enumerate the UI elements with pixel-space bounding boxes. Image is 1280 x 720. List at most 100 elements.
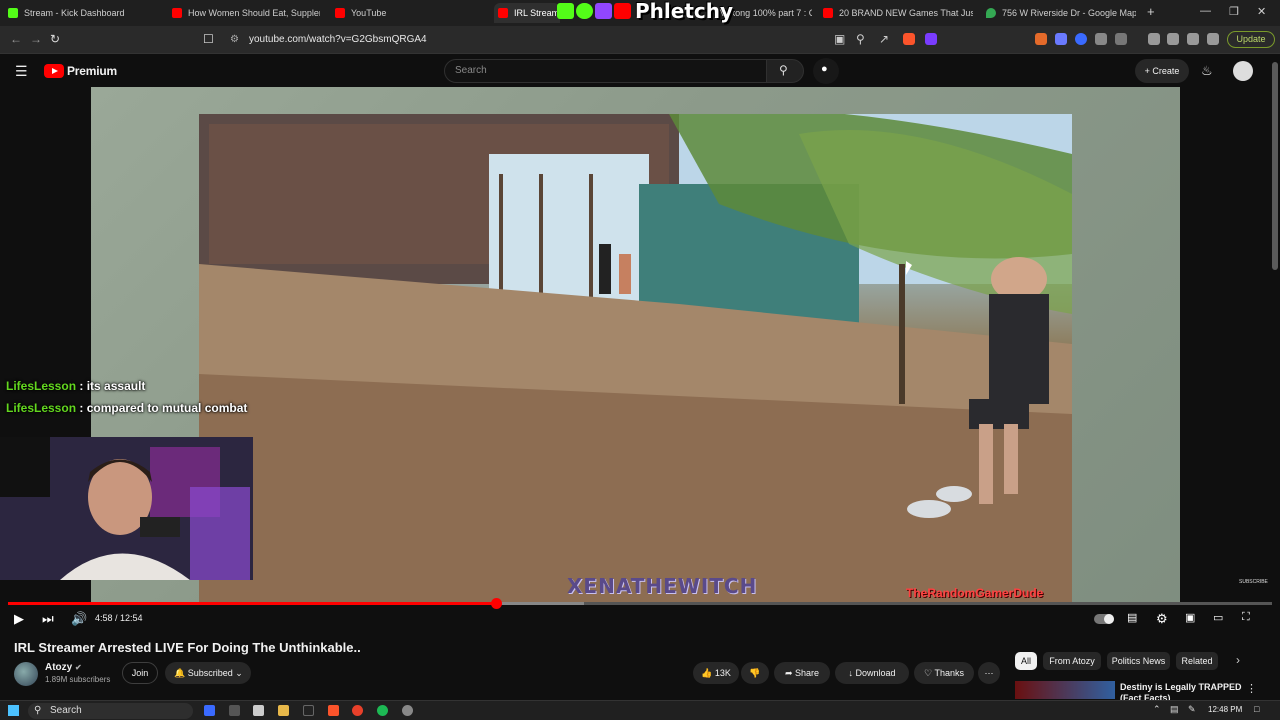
sidebar-icon[interactable] [1167, 33, 1179, 45]
channel-name[interactable]: Atozy ✔ [45, 662, 82, 673]
menu-icon[interactable]: ☰ [15, 63, 28, 80]
search-button[interactable]: ⚲ [766, 59, 804, 83]
brave-shield-icon[interactable] [903, 33, 915, 45]
browser-tab-women-eat[interactable]: How Women Should Eat, Supplemen [172, 3, 320, 23]
dislike-button[interactable]: 👎 [741, 662, 769, 684]
minimize-icon[interactable]: — [1200, 5, 1211, 17]
more-vertical-icon[interactable]: ⋮ [1246, 682, 1257, 695]
create-label: Create [1152, 66, 1180, 76]
extension-icon[interactable] [1035, 33, 1047, 45]
channel-avatar[interactable] [14, 662, 38, 686]
chip-all[interactable]: All [1015, 652, 1037, 670]
file-explorer-icon[interactable] [278, 705, 289, 716]
settings-gear-icon[interactable]: ⚙ [1156, 611, 1168, 627]
pen-icon[interactable]: ✎ [1188, 704, 1196, 715]
next-button[interactable]: ⏭ [42, 611, 54, 627]
terminal-icon[interactable] [303, 705, 314, 716]
calendar-icon[interactable] [253, 705, 264, 716]
chip-from-atozy[interactable]: From Atozy [1043, 652, 1101, 670]
create-button[interactable]: + Create [1135, 59, 1189, 83]
download-icon: ↓ [848, 668, 853, 678]
watermark-right: TheRandomGamerDude [906, 586, 1044, 600]
extension-icon[interactable] [1075, 33, 1087, 45]
settings-icon[interactable] [402, 705, 413, 716]
taskbar-clock[interactable]: 12:48 PM [1208, 705, 1242, 714]
youtube-logo[interactable]: Premium [44, 64, 117, 78]
windows-start-icon[interactable] [8, 705, 19, 716]
vpn-icon[interactable] [1207, 33, 1219, 45]
update-button[interactable]: Update [1227, 31, 1275, 48]
notifications-bell-icon[interactable]: ♨ [1201, 63, 1213, 79]
chevron-right-icon[interactable]: › [1236, 653, 1240, 667]
theater-mode-icon[interactable]: ▭ [1213, 611, 1223, 624]
puzzle-icon[interactable] [1095, 33, 1107, 45]
video-player[interactable]: LifesLesson : its assault LifesLesson : … [0, 87, 1280, 632]
taskbar-search[interactable]: ⚲ Search [28, 703, 193, 719]
captions-icon[interactable]: ▤ [1127, 611, 1137, 624]
spotify-icon[interactable] [377, 705, 388, 716]
thanks-button[interactable]: ♡ Thanks [914, 662, 974, 684]
volume-icon[interactable]: 🔊 [71, 611, 87, 627]
miniplayer-icon[interactable]: ▣ [1185, 611, 1195, 624]
new-tab-button[interactable]: + [1147, 4, 1155, 19]
subscriber-count: 1.89M subscribers [45, 675, 111, 684]
extension-icon[interactable] [1055, 33, 1067, 45]
more-actions-button[interactable]: ⋯ [978, 662, 1000, 684]
recommendation-thumbnail[interactable] [1015, 681, 1115, 699]
back-icon[interactable]: ← [10, 32, 22, 46]
app-icon[interactable] [352, 705, 363, 716]
play-button[interactable]: ▶ [14, 611, 24, 627]
share-page-icon[interactable]: ↗ [879, 32, 889, 46]
progress-bar[interactable] [8, 598, 1272, 609]
browser-tab-irl-streamer[interactable]: IRL Streamer [494, 3, 560, 23]
chip-related[interactable]: Related [1176, 652, 1218, 670]
scrollbar[interactable] [1272, 62, 1278, 270]
share-icon: ➦ [784, 668, 793, 678]
network-icon[interactable]: ▤ [1170, 704, 1179, 715]
notification-icon[interactable]: □ [1254, 704, 1259, 714]
youtube-icon [172, 8, 182, 18]
voice-search-button[interactable]: ● [813, 58, 839, 84]
forward-icon[interactable]: → [30, 32, 42, 46]
chat-username: LifesLesson [6, 379, 77, 393]
streamer-name: Phletchy [635, 0, 734, 23]
browser-tab-kick[interactable]: Stream - Kick Dashboard [8, 3, 158, 23]
site-info-icon[interactable]: ⚙ [230, 30, 239, 50]
leo-icon[interactable] [1187, 33, 1199, 45]
browser-tab-youtube[interactable]: YouTube [335, 3, 485, 23]
tray-chevron-up-icon[interactable]: ⌃ [1153, 704, 1161, 715]
chip-politics-news[interactable]: Politics News [1107, 652, 1170, 670]
browser-tab-google-maps[interactable]: 756 W Riverside Dr - Google Maps [986, 3, 1136, 23]
close-icon[interactable]: ✕ [1257, 5, 1266, 18]
share-button[interactable]: ➦ Share [774, 662, 830, 684]
search-icon: ⚲ [34, 705, 42, 716]
search-input[interactable]: Search [444, 59, 767, 83]
reload-icon[interactable]: ↻ [50, 32, 60, 46]
fullscreen-icon[interactable]: ⛶ [1242, 611, 1250, 624]
zoom-icon[interactable]: ⚲ [856, 32, 865, 46]
bookmark-icon[interactable]: ☐ [203, 32, 214, 46]
recommendation-title-line: Destiny is Legally TRAPPED [1120, 682, 1242, 692]
copilot-icon[interactable] [204, 705, 215, 716]
time-display: 4:58 / 12:54 [95, 613, 143, 623]
like-button[interactable]: 👍 13K [693, 662, 739, 684]
brave-browser-icon[interactable] [328, 705, 339, 716]
tab-search-icon[interactable] [1115, 33, 1127, 45]
avatar[interactable] [1233, 61, 1253, 81]
media-icon[interactable] [1148, 33, 1160, 45]
join-button[interactable]: Join [122, 662, 158, 684]
task-view-icon[interactable] [229, 705, 240, 716]
browser-tab-wukong[interactable]: Vukong 100% part 7 : C [720, 3, 812, 23]
brave-rewards-icon[interactable] [925, 33, 937, 45]
toggle-knob [1104, 614, 1114, 624]
autoplay-toggle[interactable] [1094, 614, 1114, 624]
restore-icon[interactable]: ❐ [1229, 5, 1239, 18]
cast-icon[interactable]: ▣ [834, 32, 845, 46]
download-button[interactable]: ↓ Download [835, 662, 909, 684]
youtube-icon [614, 3, 631, 19]
search-icon: ⚲ [779, 63, 788, 77]
url-text: youtube.com/watch?v=G2GbsmQRGA4 [249, 34, 427, 45]
subscribed-button[interactable]: 🔔 Subscribed ⌄ [165, 662, 251, 684]
subscribe-watermark[interactable]: SUBSCRIBE [1239, 579, 1268, 585]
browser-tab-games[interactable]: 20 BRAND NEW Games That Just G [823, 3, 973, 23]
